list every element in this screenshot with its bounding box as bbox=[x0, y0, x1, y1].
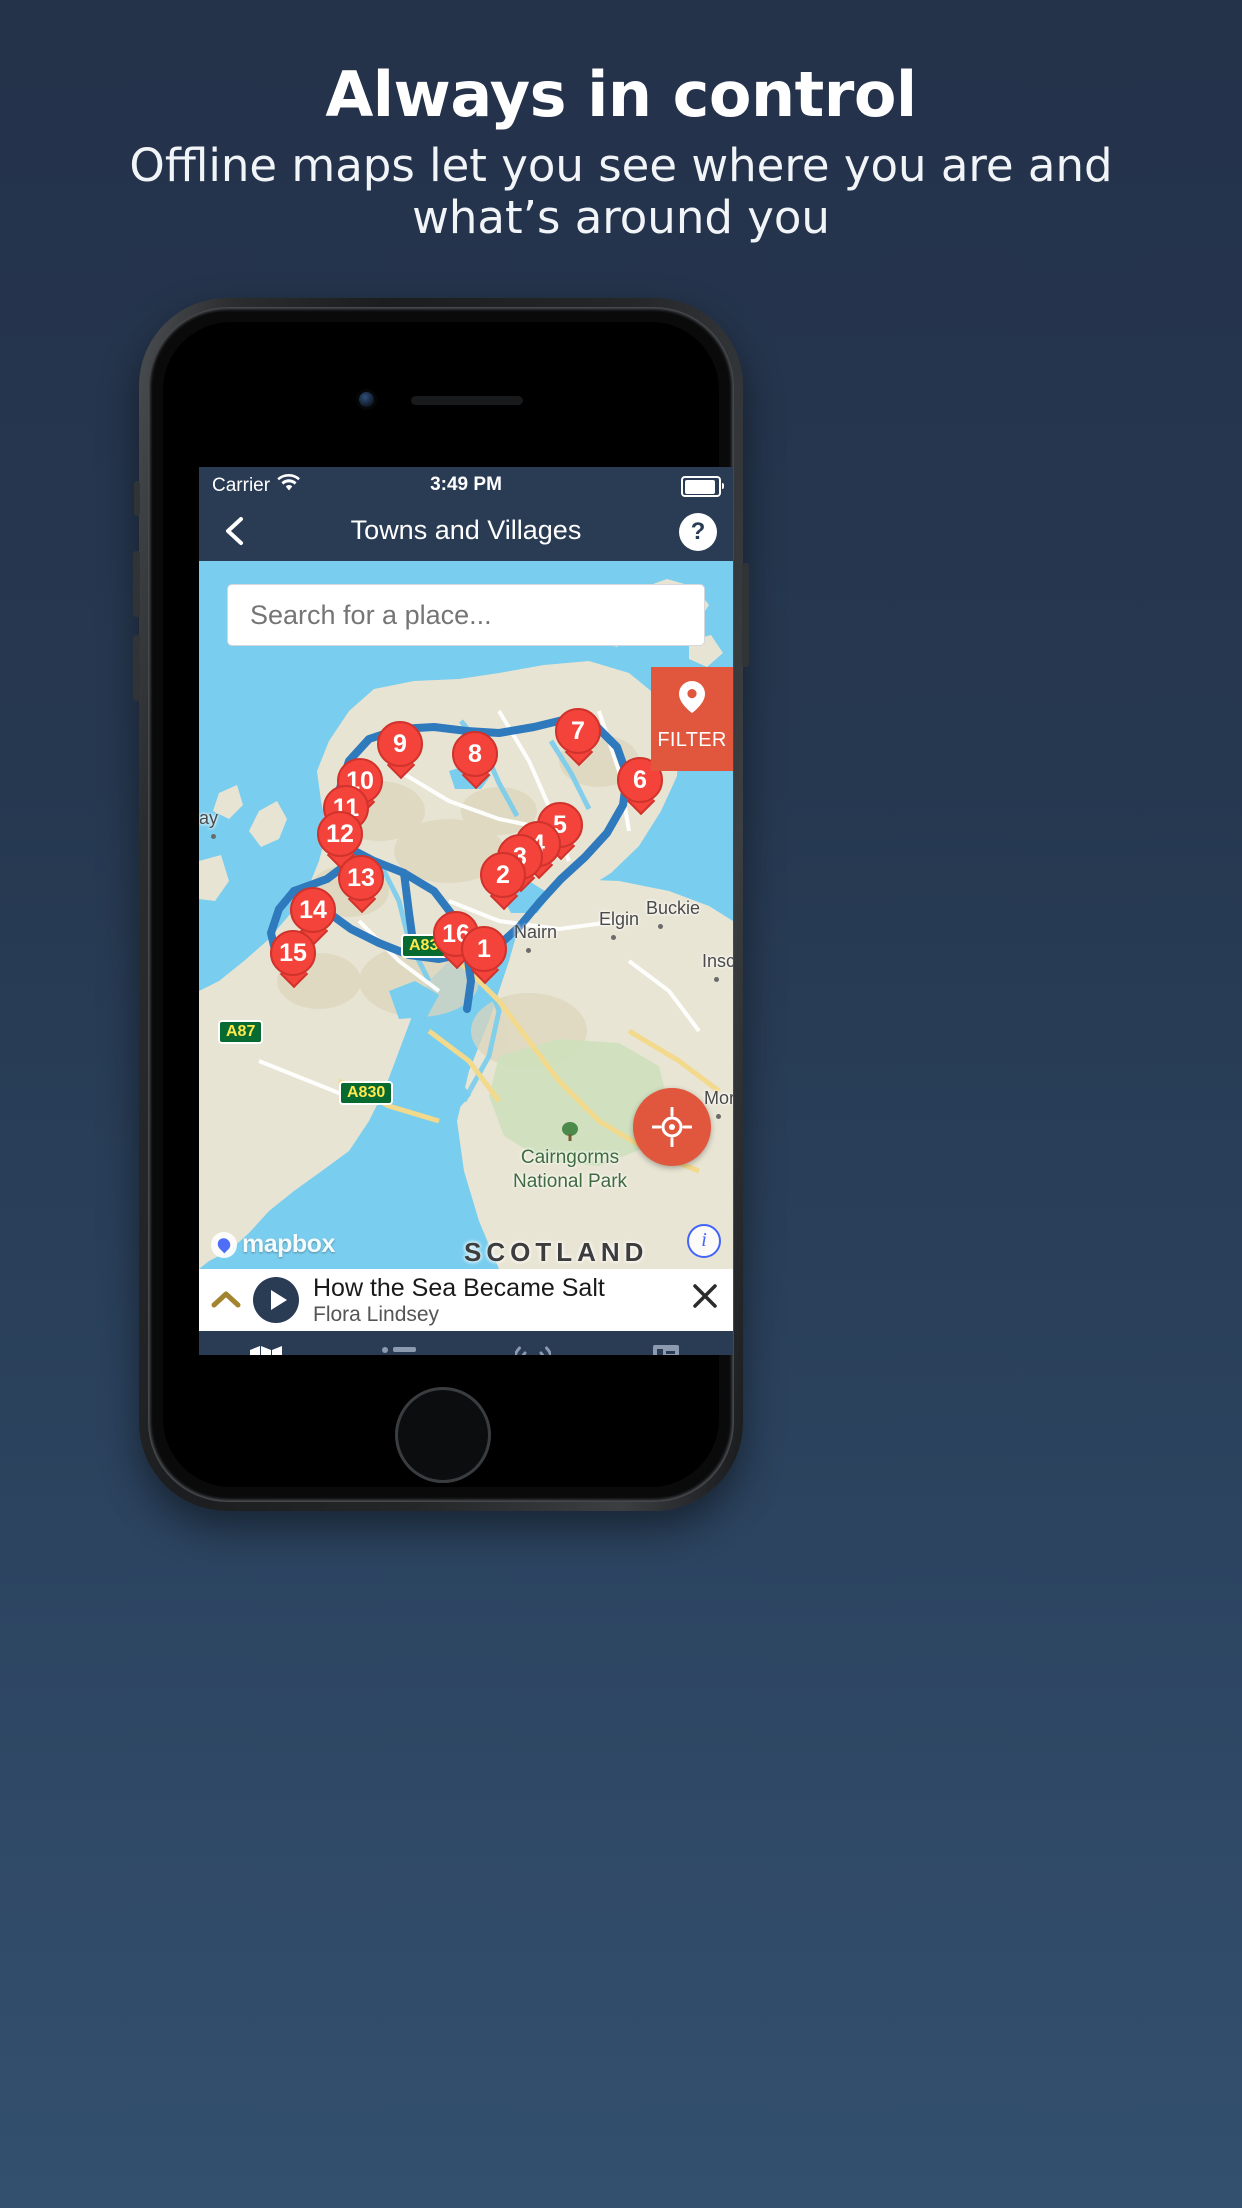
map-view[interactable]: FILTER NairnElginBuckieInschMo bbox=[199, 561, 733, 1269]
map-pin[interactable]: 13 bbox=[338, 855, 384, 914]
home-button[interactable] bbox=[395, 1387, 491, 1483]
phone-mockup: Carrier 3:49 PM Towns and Villages ? Sea… bbox=[133, 298, 749, 1511]
track-author: Flora Lindsey bbox=[313, 1302, 440, 1326]
tree-icon bbox=[559, 1122, 581, 1144]
tab-nearby[interactable]: Nearby bbox=[333, 1331, 467, 1355]
map-pin[interactable]: 1 bbox=[461, 926, 507, 985]
map-pin-number: 12 bbox=[317, 811, 363, 857]
front-camera-icon bbox=[359, 392, 374, 407]
map-place-label: Insch bbox=[702, 951, 733, 971]
map-info-button[interactable]: i bbox=[687, 1224, 721, 1258]
list-icon bbox=[333, 1343, 467, 1355]
mapbox-wordmark: mapbox bbox=[242, 1230, 335, 1258]
map-pin-number: 2 bbox=[480, 852, 526, 898]
map-pin[interactable]: 2 bbox=[480, 852, 526, 911]
map-pin-number: 7 bbox=[555, 708, 601, 754]
filter-label: FILTER bbox=[657, 729, 727, 751]
map-place-label: Buckie bbox=[646, 898, 701, 918]
play-button[interactable] bbox=[253, 1277, 299, 1323]
mapbox-logo[interactable]: mapbox bbox=[211, 1230, 335, 1259]
map-place-dot bbox=[714, 977, 719, 982]
map-place-dot bbox=[658, 924, 663, 929]
tab-journal[interactable]: Journal bbox=[600, 1331, 734, 1355]
map-pin[interactable]: 15 bbox=[270, 930, 316, 989]
status-bar: Carrier 3:49 PM bbox=[199, 467, 733, 502]
tab-map[interactable]: Map bbox=[199, 1331, 333, 1355]
mapbox-mark-icon bbox=[211, 1231, 237, 1258]
book-icon bbox=[600, 1343, 734, 1355]
audio-icon bbox=[466, 1343, 600, 1355]
chevron-up-icon bbox=[211, 1291, 241, 1307]
map-place-label: Nairn bbox=[514, 922, 558, 942]
nav-bar: Towns and Villages ? bbox=[199, 502, 733, 561]
map-place-dot bbox=[526, 948, 531, 953]
tab-audio[interactable]: Audio bbox=[466, 1331, 600, 1355]
road-badge: A87 bbox=[218, 1020, 264, 1044]
expand-player-button[interactable] bbox=[199, 1285, 253, 1316]
phone-bezel: Carrier 3:49 PM Towns and Villages ? Sea… bbox=[163, 322, 733, 1487]
road-badge: A830 bbox=[339, 1081, 394, 1105]
map-place-dot bbox=[211, 834, 216, 839]
volume-up-button bbox=[133, 551, 140, 617]
map-pin-number: 13 bbox=[338, 855, 384, 901]
help-button[interactable]: ? bbox=[679, 513, 717, 551]
close-player-button[interactable] bbox=[677, 1281, 733, 1319]
close-icon bbox=[693, 1284, 717, 1308]
page-title: Always in control bbox=[325, 58, 917, 131]
map-pin-number: 9 bbox=[377, 721, 423, 767]
track-title: How the Sea Became Salt bbox=[313, 1273, 605, 1302]
power-button bbox=[742, 563, 749, 667]
earpiece-speaker bbox=[411, 396, 523, 405]
map-pin[interactable]: 8 bbox=[452, 731, 498, 790]
map-icon bbox=[199, 1343, 333, 1355]
map-pin-number: 1 bbox=[461, 926, 507, 972]
phone-body: Carrier 3:49 PM Towns and Villages ? Sea… bbox=[148, 307, 734, 1502]
search-bar[interactable] bbox=[227, 584, 705, 646]
now-playing: How the Sea Became Salt Flora Lindsey bbox=[313, 1274, 677, 1327]
map-place-dot bbox=[611, 935, 616, 940]
map-pin-number: 8 bbox=[452, 731, 498, 777]
mute-switch bbox=[134, 481, 140, 516]
country-label: SCOTLAND bbox=[464, 1237, 649, 1267]
map-pin-number: 15 bbox=[270, 930, 316, 976]
map-place-label: Mor bbox=[704, 1088, 733, 1108]
map-place-label: ay bbox=[199, 808, 219, 828]
locate-me-button[interactable] bbox=[633, 1088, 711, 1166]
park-label: Cairngorms National Park bbox=[495, 1121, 645, 1194]
search-input[interactable] bbox=[227, 584, 705, 646]
page-subtitle: Offline maps let you see where you are a… bbox=[129, 139, 1113, 244]
map-pin[interactable]: 9 bbox=[377, 721, 423, 780]
nav-title: Towns and Villages bbox=[350, 515, 582, 545]
clock: 3:49 PM bbox=[430, 474, 502, 495]
map-pin-icon bbox=[651, 681, 733, 718]
map-pin-number: 14 bbox=[290, 887, 336, 933]
map-place-label: Elgin bbox=[599, 909, 640, 929]
map-place-dot bbox=[716, 1114, 721, 1119]
park-label-text: Cairngorms National Park bbox=[512, 1147, 628, 1192]
filter-button[interactable]: FILTER bbox=[651, 667, 733, 771]
tab-bar: Map Nearby Audio bbox=[199, 1331, 733, 1355]
map-pin[interactable]: 7 bbox=[555, 708, 601, 767]
volume-down-button bbox=[133, 635, 140, 701]
battery-icon bbox=[681, 476, 724, 497]
app-screen: Carrier 3:49 PM Towns and Villages ? Sea… bbox=[199, 467, 733, 1355]
audio-player-bar: How the Sea Became Salt Flora Lindsey bbox=[199, 1269, 733, 1331]
crosshair-icon bbox=[652, 1107, 692, 1147]
